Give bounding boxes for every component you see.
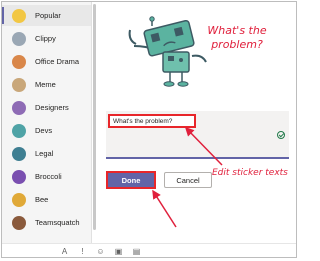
legal-icon	[12, 146, 26, 161]
sticker-editor-window: Popular Clippy Office Drama Meme Designe…	[1, 1, 297, 258]
sidebar-item-label: Office Drama	[35, 57, 80, 66]
sidebar-item-label: Teamsquatch	[35, 218, 80, 227]
sidebar-item-teamsquatch[interactable]: Teamsquatch	[2, 212, 91, 233]
sticker-caption: What's the problem?	[207, 24, 267, 51]
designers-icon	[12, 100, 26, 115]
sidebar-item-label: Devs	[35, 126, 53, 135]
clippy-icon	[12, 31, 26, 46]
sidebar-item-popular[interactable]: Popular	[2, 5, 91, 26]
sidebar-item-broccoli[interactable]: Broccoli	[2, 166, 91, 187]
sidebar-item-label: Bee	[35, 195, 49, 204]
checkmark-icon	[277, 131, 285, 139]
sidebar-item-label: Popular	[35, 11, 61, 20]
meme-icon	[12, 77, 26, 92]
sidebar-item-label: Designers	[35, 103, 69, 112]
sidebar-item-label: Broccoli	[35, 172, 62, 181]
sticker-icon[interactable]: ▤	[132, 247, 141, 256]
sidebar-item-label: Legal	[35, 149, 54, 158]
sidebar-item-legal[interactable]: Legal	[2, 143, 91, 164]
bee-icon	[12, 192, 26, 207]
sidebar-item-office-drama[interactable]: Office Drama	[2, 51, 91, 72]
sticker-text-panel: What's the problem?	[106, 111, 289, 159]
sidebar-item-label: Meme	[35, 80, 56, 89]
broccoli-icon	[12, 169, 26, 184]
teamsquatch-icon	[12, 215, 26, 230]
done-button[interactable]: Done	[106, 171, 156, 189]
gif-icon[interactable]: ▣	[114, 247, 123, 256]
format-icon[interactable]: A	[60, 247, 69, 256]
priority-icon[interactable]: !	[78, 247, 87, 256]
compose-toolbar: A ! ☺ ▣ ▤	[2, 243, 296, 257]
edit-sticker-texts-annotation: Edit sticker texts	[212, 168, 288, 178]
emoji-icon[interactable]: ☺	[96, 247, 105, 256]
office-drama-icon	[12, 54, 26, 69]
sidebar-item-designers[interactable]: Designers	[2, 97, 91, 118]
star-icon	[12, 8, 26, 23]
sidebar-item-bee[interactable]: Bee	[2, 189, 91, 210]
devs-icon	[12, 123, 26, 138]
sticker-text-input[interactable]: What's the problem?	[108, 114, 196, 128]
sidebar-scrollbar[interactable]	[93, 4, 96, 230]
sidebar-item-devs[interactable]: Devs	[2, 120, 91, 141]
sidebar-item-label: Clippy	[35, 34, 56, 43]
sidebar-item-meme[interactable]: Meme	[2, 74, 91, 95]
cancel-button[interactable]: Cancel	[164, 172, 212, 188]
sticker-category-sidebar: Popular Clippy Office Drama Meme Designe…	[2, 2, 92, 243]
sidebar-item-clippy[interactable]: Clippy	[2, 28, 91, 49]
